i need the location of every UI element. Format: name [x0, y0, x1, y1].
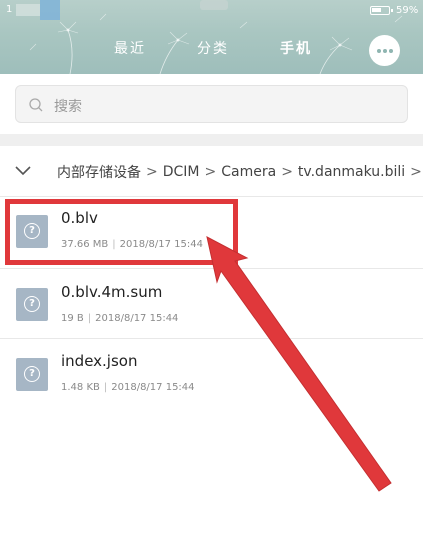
file-meta: 19 B | 2018/8/17 15:44 — [61, 313, 178, 324]
breadcrumb: 内部存储设备 > DCIM > Camera > tv.danmaku.bili… — [0, 146, 423, 196]
unknown-file-icon: ? — [16, 358, 48, 391]
file-meta: 1.48 KB | 2018/8/17 15:44 — [61, 382, 195, 393]
status-obscured-area — [200, 0, 228, 10]
chevron-right-icon: > — [410, 164, 422, 180]
more-horizontal-icon-dot — [382, 48, 387, 53]
header: 1 59% 最近 分类 手机 — [0, 0, 423, 74]
file-date: 2018/8/17 15:44 — [95, 313, 179, 324]
breadcrumb-item-camera[interactable]: Camera — [221, 164, 276, 180]
breadcrumb-item-dcim[interactable]: DCIM — [163, 164, 200, 180]
breadcrumb-item-bili[interactable]: tv.danmaku.bili — [298, 164, 405, 180]
file-size: 1.48 KB — [61, 382, 100, 393]
chevron-right-icon: > — [281, 164, 293, 180]
file-name: index.json — [61, 352, 138, 370]
status-obscured-area — [40, 0, 60, 20]
tab-phone[interactable]: 手机 — [280, 38, 312, 58]
file-date: 2018/8/17 15:44 — [111, 382, 195, 393]
tab-recent[interactable]: 最近 — [114, 38, 146, 58]
list-item[interactable]: ? index.json 1.48 KB | 2018/8/17 15:44 — [0, 338, 423, 409]
chevron-right-icon: > — [204, 164, 217, 180]
search-area: 搜索 — [0, 74, 423, 134]
status-obscured-area — [16, 4, 40, 16]
status-bar: 1 59% — [0, 0, 423, 22]
battery-icon — [370, 6, 393, 15]
search-input[interactable]: 搜索 — [15, 85, 408, 123]
meta-separator: | — [103, 382, 108, 393]
more-button[interactable] — [369, 35, 400, 66]
search-icon — [29, 98, 43, 112]
annotation-highlight-box — [5, 199, 238, 265]
unknown-file-icon: ? — [16, 288, 48, 321]
tab-category[interactable]: 分类 — [197, 38, 229, 58]
list-item[interactable]: ? 0.blv.4m.sum 19 B | 2018/8/17 15:44 — [0, 268, 423, 339]
section-divider — [0, 134, 423, 146]
file-name: 0.blv.4m.sum — [61, 283, 163, 301]
search-placeholder: 搜索 — [54, 99, 82, 115]
breadcrumb-path: 内部存储设备 > DCIM > Camera > tv.danmaku.bili… — [57, 162, 423, 182]
status-text: 1 — [6, 4, 13, 15]
question-mark-icon: ? — [24, 296, 40, 312]
tab-bar: 最近 分类 手机 — [0, 38, 423, 60]
more-horizontal-icon-dot — [388, 48, 393, 53]
question-mark-icon: ? — [24, 366, 40, 382]
chevron-right-icon: > — [146, 164, 158, 180]
breadcrumb-item-internal-storage[interactable]: 内部存储设备 — [57, 162, 141, 182]
chevron-down-icon[interactable] — [14, 165, 32, 177]
more-horizontal-icon — [376, 48, 381, 53]
battery-percent: 59% — [396, 5, 419, 16]
file-size: 19 B — [61, 313, 84, 324]
meta-separator: | — [87, 313, 92, 324]
